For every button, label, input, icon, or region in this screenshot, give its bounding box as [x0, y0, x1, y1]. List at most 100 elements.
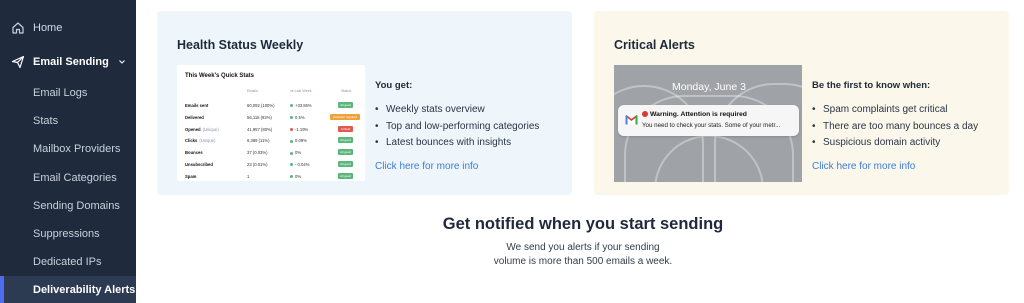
stats-row-name-text: Opened: [185, 126, 201, 132]
alerts-bullet: Spam complaints get critical: [812, 104, 947, 115]
notify-line-1: We send you alerts if your sending: [506, 242, 660, 253]
active-indicator: [0, 276, 4, 303]
stats-row-value: 60,092 (100%): [247, 103, 275, 108]
stats-row-change-text: 0%: [295, 150, 302, 156]
stats-row: Clicks (Unique) 6,389 (11%) 0.09% All good: [177, 136, 365, 145]
stats-row: Emails sent 60,092 (100%) +33.86% All good: [177, 101, 365, 110]
stats-row-change-text: -1.19%: [295, 126, 309, 132]
alerts-more-info-link[interactable]: Click here for more info: [812, 161, 915, 172]
stats-row-name: Delivered: [185, 115, 204, 120]
stats-row-name: Spam: [185, 174, 196, 179]
quick-stats-preview: This Week's Quick Stats Emails vs Last W…: [177, 65, 365, 181]
quick-stats-title: This Week's Quick Stats: [185, 73, 255, 79]
gmail-icon: [625, 114, 638, 125]
stats-row-name: Bounces: [185, 150, 203, 155]
stats-row-name-text: Bounces: [185, 150, 203, 156]
stats-row-value: 37 (0.03%): [247, 150, 268, 156]
sidebar-item-label: Home: [33, 22, 63, 34]
sidebar-item-label: Email Sending: [33, 56, 109, 68]
stats-row-change: 0.5%: [290, 115, 305, 120]
stats-row-value: 23 (0.01%): [247, 162, 268, 167]
health-bullet: Latest bounces with insights: [375, 137, 511, 148]
alert-notification[interactable]: Warning. Attention is required You need …: [618, 105, 799, 136]
health-status-card: Health Status Weekly This Week's Quick S…: [157, 11, 572, 195]
sidebar-item-label: Deliverability Alerts: [33, 284, 136, 296]
stats-row-change: - 0.04%: [290, 162, 309, 167]
stats-row-value: 56,115 (93%): [247, 114, 272, 120]
trend-dot-icon: [290, 116, 293, 120]
paper-plane-icon: [11, 55, 25, 69]
sidebar-item-label: Dedicated IPs: [33, 256, 102, 268]
stats-row: Unsubscribed 23 (0.01%) - 0.04% All good: [177, 160, 365, 169]
stats-row: Opened (Unique) 41,957 (80%) -1.19% Critical: [177, 125, 365, 134]
stats-row-value: 1: [247, 173, 250, 179]
lockscreen-date: Monday, June 3: [672, 81, 746, 93]
health-status-title: Health Status Weekly: [177, 38, 304, 52]
stats-header-status: Status: [341, 89, 352, 93]
notify-title: Get notified when you start sending: [442, 215, 724, 233]
sidebar-item-label: Email Logs: [33, 87, 88, 99]
sidebar-item-email-logs[interactable]: Email Logs: [0, 79, 136, 107]
stats-row-name-text: Clicks: [185, 138, 198, 144]
stats-row-name-text: Spam: [185, 173, 197, 179]
stats-header-emails: Emails: [247, 89, 258, 93]
alerts-bullet: Suspicious domain activity: [812, 137, 940, 148]
sidebar-item-dedicated-ips[interactable]: Dedicated IPs: [0, 248, 136, 276]
sidebar-item-email-categories[interactable]: Email Categories: [0, 164, 136, 192]
sidebar-item-label: Stats: [33, 115, 59, 127]
alerts-bullet: There are too many bounces a day: [812, 121, 978, 132]
stats-row-value: 6,389 (11%): [247, 138, 270, 144]
trend-dot-icon: [290, 151, 293, 155]
health-bullet: Top and low-performing categories: [375, 121, 539, 132]
stats-row-change: +33.86%: [290, 103, 312, 108]
notify-line-2: volume is more than 500 emails a week.: [493, 256, 673, 267]
stats-row-name-text: Unsubscribed: [185, 162, 213, 167]
trend-dot-icon: [290, 127, 293, 131]
status-badge: Critical: [338, 125, 353, 132]
status-badge: All good: [338, 172, 353, 179]
stats-row-qualifier: (Unique): [202, 126, 219, 132]
sidebar-item-label: Suppressions: [33, 228, 100, 240]
stats-row-change: 0.09%: [290, 138, 307, 143]
sidebar-item-sending-domains[interactable]: Sending Domains: [0, 192, 136, 220]
sidebar-item-label: Mailbox Providers: [33, 143, 121, 155]
sidebar-item-suppressions[interactable]: Suppressions: [0, 220, 136, 248]
health-list-heading: You get:: [375, 80, 413, 91]
sidebar-item-home[interactable]: Home: [0, 14, 136, 42]
critical-alerts-card: Critical Alerts Monday, June 3 Warning. …: [594, 11, 1009, 195]
notification-title: Warning. Attention is required: [642, 111, 747, 118]
stats-row-change: 0%: [290, 174, 301, 179]
trend-dot-icon: [290, 104, 293, 108]
sidebar-item-email-sending[interactable]: Email Sending: [0, 48, 136, 76]
sidebar-item-label: Sending Domains: [33, 200, 120, 212]
stats-row-name: Unsubscribed: [185, 162, 213, 167]
sidebar: Home Email Sending Email Logs Stats Mail…: [0, 0, 136, 303]
stats-row: Spam 1 0% All good: [177, 172, 365, 181]
status-badge: All good: [338, 161, 353, 167]
sidebar-item-label: Email Categories: [33, 172, 117, 184]
chevron-down-icon[interactable]: [118, 58, 126, 66]
trend-dot-icon: [290, 139, 293, 143]
stats-row-name: Opened (Unique): [185, 127, 219, 132]
stats-row-name-text: Delivered: [185, 114, 204, 120]
stats-row-value: 41,957 (80%): [247, 126, 273, 132]
alerts-list-heading: Be the first to know when:: [812, 80, 931, 91]
stats-row-change-text: 0%: [295, 173, 302, 179]
stats-row-name: Clicks (Unique): [185, 138, 215, 143]
home-icon: [12, 22, 24, 34]
stats-row-change-text: - 0.04%: [295, 162, 310, 167]
phone-lockscreen-preview: Monday, June 3 Warning. Attention is req…: [614, 65, 802, 182]
sidebar-item-stats[interactable]: Stats: [0, 107, 136, 135]
stats-row-change-text: 0.09%: [295, 138, 307, 144]
status-badge: Attention required: [330, 113, 360, 120]
stats-row-change-text: 0.5%: [295, 114, 305, 120]
health-more-info-link[interactable]: Click here for more info: [375, 161, 478, 172]
status-badge: All good: [338, 137, 353, 144]
sidebar-item-mailbox-providers[interactable]: Mailbox Providers: [0, 135, 136, 163]
stats-row-change: -1.19%: [290, 127, 308, 132]
warning-dot-icon: [642, 111, 648, 117]
status-badge: All good: [338, 149, 353, 156]
sidebar-item-deliverability-alerts[interactable]: Deliverability Alerts: [0, 276, 136, 303]
stats-row: Delivered 56,115 (93%) 0.5% Attention requi…: [177, 113, 365, 122]
stats-row-name-text: Emails sent: [185, 103, 209, 108]
